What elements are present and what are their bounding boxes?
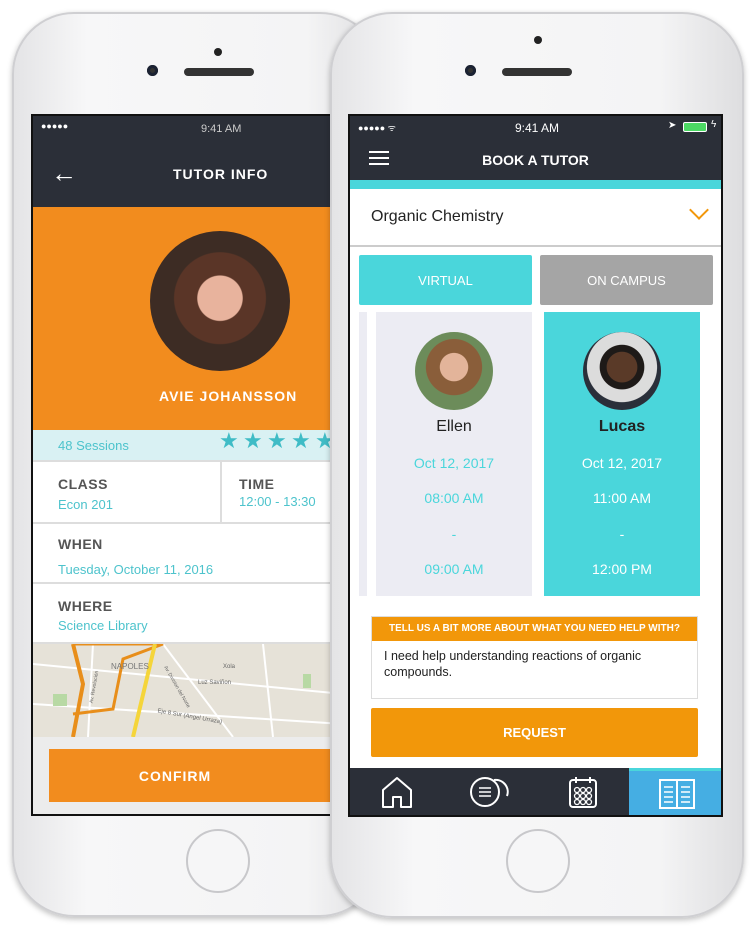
where-value: Science Library — [58, 618, 148, 633]
help-box: TELL US A BIT MORE ABOUT WHAT YOU NEED H… — [371, 616, 698, 699]
virtual-button[interactable]: VIRTUAL — [359, 255, 532, 305]
subject-value: Organic Chemistry — [371, 208, 504, 225]
accent-strip — [350, 180, 721, 189]
session-date: Oct 12, 2017 — [413, 455, 495, 471]
front-camera — [147, 65, 158, 76]
star-icon: ★ — [291, 428, 311, 453]
help-input[interactable]: I need help understanding reactions of o… — [372, 641, 697, 687]
tab-home[interactable] — [350, 768, 443, 815]
footer: CONFIRM — [33, 737, 341, 814]
map[interactable]: NAPOLES Luz Saviñon Xola Eje 8 Sur (Ange… — [33, 644, 341, 737]
time-separator: - — [451, 526, 457, 542]
header: BOOK A TUTOR — [350, 140, 721, 180]
virtual-label: VIRTUAL — [418, 272, 473, 288]
charging-icon: ϟ — [711, 119, 717, 130]
speaker — [502, 68, 572, 76]
session-end: 12:00 PM — [592, 561, 652, 577]
battery-icon — [683, 122, 707, 132]
chevron-down-icon — [689, 200, 709, 220]
home-icon — [381, 777, 412, 808]
tab-book[interactable] — [629, 768, 721, 815]
where-label: WHERE — [58, 598, 113, 614]
tab-messages[interactable] — [443, 768, 536, 815]
home-button[interactable] — [506, 829, 570, 893]
star-icon: ★ — [219, 428, 239, 453]
tutor-card-lucas[interactable]: Lucas Oct 12, 2017 11:00 AM - 12:00 PM — [544, 312, 700, 596]
status-bar: ●●●●● ᯤ 9:41 AM ➤ ϟ — [350, 116, 721, 140]
location-icon: ➤ — [668, 120, 677, 131]
status-time: 9:41 AM — [201, 123, 242, 135]
when-row: WHEN Tuesday, October 11, 2016 — [33, 524, 341, 584]
speaker — [184, 68, 254, 76]
tutor-name: Lucas — [598, 418, 646, 435]
map-label: Xola — [223, 664, 236, 670]
avatar — [415, 332, 493, 410]
page-title: BOOK A TUTOR — [482, 152, 589, 168]
tutor-name: AVIE JOHANSSON — [159, 388, 298, 404]
home-button[interactable] — [186, 829, 250, 893]
header: ← TUTOR INFO — [33, 142, 341, 207]
sensor — [214, 48, 222, 56]
status-time: 9:41 AM — [515, 121, 560, 135]
sessions-bar: 48 Sessions ★ ★ ★ ★ ★ — [33, 428, 341, 462]
status-bar: ●●●●● ︎ 9:41 AM — [33, 116, 341, 142]
star-icon: ★ — [243, 428, 263, 453]
request-button[interactable]: REQUEST — [371, 708, 698, 757]
chat-icon — [469, 777, 509, 807]
signal-icon: ●●●●● ︎ — [41, 121, 71, 131]
tab-calendar[interactable] — [536, 768, 629, 815]
map-roads — [33, 644, 341, 737]
session-end: 09:00 AM — [424, 561, 484, 577]
map-label: Luz Saviñon — [198, 680, 232, 686]
class-time-row: CLASS Econ 201 TIME 12:00 - 13:30 — [33, 462, 341, 524]
class-label: CLASS — [58, 476, 108, 492]
on-campus-button[interactable]: ON CAMPUS — [540, 255, 713, 305]
class-value: Econ 201 — [58, 497, 113, 512]
subject-dropdown[interactable]: Organic Chemistry — [350, 189, 721, 247]
front-camera — [465, 65, 476, 76]
calendar-icon — [568, 777, 597, 808]
tab-bar — [350, 768, 721, 815]
confirm-label: CONFIRM — [138, 767, 212, 784]
session-start: 11:00 AM — [592, 490, 652, 506]
divider — [220, 462, 222, 522]
star-icon: ★ — [267, 428, 287, 453]
avatar — [583, 332, 661, 410]
page-title: TUTOR INFO — [173, 166, 269, 182]
on-campus-label: ON CAMPUS — [587, 272, 666, 288]
when-value: Tuesday, October 11, 2016 — [58, 562, 214, 577]
signal-icon: ●●●●● ᯤ — [358, 123, 396, 133]
book-icon — [659, 778, 695, 809]
request-label: REQUEST — [503, 725, 566, 740]
book-tutor-screen: ●●●●● ᯤ 9:41 AM ➤ ϟ BOOK A TUTOR Organic… — [348, 114, 723, 817]
when-label: WHEN — [58, 536, 103, 552]
where-row: WHERE Science Library — [33, 584, 341, 644]
tutor-banner: AVIE JOHANSSON — [33, 207, 341, 430]
help-title: TELL US A BIT MORE ABOUT WHAT YOU NEED H… — [372, 617, 697, 641]
tutor-info-screen: ●●●●● ︎ 9:41 AM ← TUTOR INFO AVIE JOHANS… — [31, 114, 341, 816]
arrow-left-icon[interactable]: ← — [51, 158, 77, 189]
tutor-card-ellen[interactable]: Ellen Oct 12, 2017 08:00 AM - 09:00 AM — [376, 312, 532, 596]
session-start: 08:00 AM — [424, 490, 484, 506]
avatar — [150, 231, 290, 371]
time-label: TIME — [239, 476, 275, 492]
tutor-name: Ellen — [436, 418, 472, 435]
sensor — [534, 36, 542, 44]
time-value: 12:00 - 13:30 — [239, 494, 316, 509]
sessions-count: 48 Sessions — [58, 438, 129, 453]
card-peek — [359, 312, 367, 596]
session-date: Oct 12, 2017 — [581, 455, 663, 471]
map-label: NAPOLES — [111, 662, 149, 671]
confirm-button[interactable]: CONFIRM — [49, 749, 341, 802]
time-separator: - — [619, 526, 625, 542]
